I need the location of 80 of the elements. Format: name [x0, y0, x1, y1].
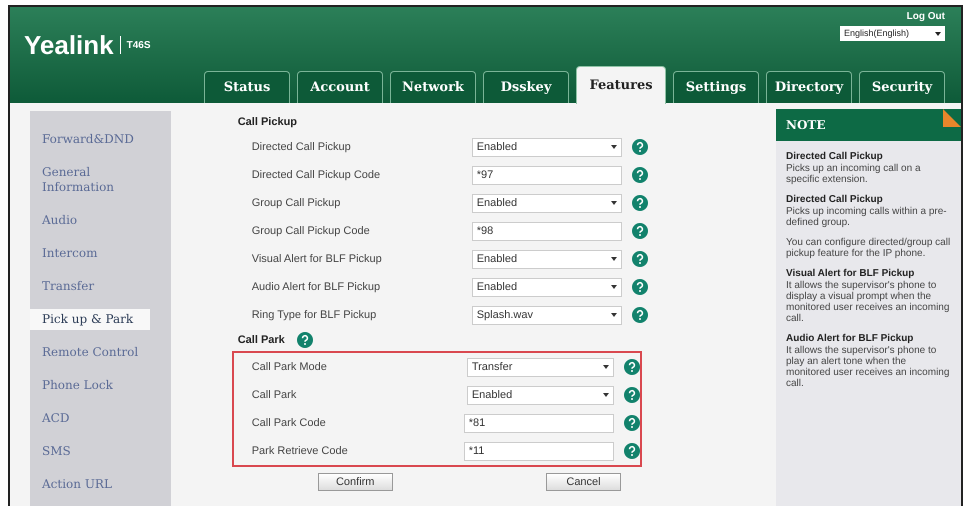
caret-icon	[610, 313, 617, 317]
nav-tab[interactable]: Dsskey	[483, 71, 569, 103]
language-dropdown[interactable]: English(English)	[840, 26, 945, 41]
note-text: Picks up incoming calls within a pre-defined group.	[786, 206, 948, 228]
dropdown[interactable]: Enabled	[472, 138, 622, 156]
note-text: It allows the supervisor's phone to play an alert tone when the monitored user receives an incoming call.	[786, 345, 950, 389]
help-icon[interactable]	[632, 223, 648, 239]
sidebar-item[interactable]: Remote Control	[30, 342, 150, 363]
help-icon[interactable]	[632, 167, 648, 183]
field-label: Ring Type for BLF Pickup	[252, 308, 378, 323]
caret-icon	[602, 365, 609, 369]
model-label: T46S	[126, 38, 151, 52]
field-label: Group Call Pickup Code	[252, 224, 371, 239]
sidebar-item[interactable]: Audio	[30, 210, 150, 231]
help-icon[interactable]	[632, 279, 648, 295]
input-field[interactable]: *98	[472, 222, 622, 240]
note-title: NOTE	[786, 117, 826, 134]
help-icon[interactable]	[624, 443, 640, 459]
section-title: Call Pickup	[238, 114, 298, 130]
help-icon[interactable]	[296, 332, 313, 348]
dropdown[interactable]: Enabled	[472, 278, 622, 296]
nav-tab[interactable]: Security	[859, 71, 945, 103]
nav-tab[interactable]: Features	[576, 66, 666, 104]
note-text: You can configure directed/group call pickup feature for the IP phone.	[786, 237, 951, 259]
nav-tab[interactable]: Network	[390, 71, 476, 103]
dropdown[interactable]: Transfer	[466, 358, 614, 376]
nav-tab[interactable]: Status	[204, 71, 290, 103]
help-icon[interactable]	[624, 415, 640, 431]
input-field[interactable]: *97	[472, 166, 622, 184]
corner-fold-icon	[943, 109, 961, 127]
sidebar-item[interactable]: ACD	[30, 408, 150, 429]
nav-tab[interactable]: Account	[297, 71, 383, 103]
field-label: Directed Call Pickup Code	[252, 168, 382, 183]
sidebar-item[interactable]: Transfer	[30, 276, 150, 297]
field-label: Park Retrieve Code	[252, 444, 349, 459]
logout-link[interactable]: Log Out	[906, 9, 945, 24]
field-label: Directed Call Pickup	[252, 140, 352, 155]
input-field[interactable]: *11	[464, 442, 614, 460]
note-heading: Visual Alert for BLF Pickup	[786, 268, 916, 280]
help-icon[interactable]	[632, 307, 648, 323]
sidebar-item[interactable]: Action URL	[30, 474, 150, 495]
dropdown[interactable]: Enabled	[472, 194, 622, 212]
note-text: Picks up an incoming call on a specific extension.	[786, 163, 922, 185]
nav-tab[interactable]: Settings	[673, 71, 759, 103]
caret-icon	[610, 257, 617, 261]
sidebar-item[interactable]: Phone Lock	[30, 375, 150, 396]
caret-icon	[602, 393, 609, 397]
dropdown[interactable]: Enabled	[472, 250, 622, 268]
field-label: Call Park Mode	[252, 360, 328, 375]
sidebar-item[interactable]: Forward&DND	[30, 129, 150, 150]
caret-icon	[610, 145, 617, 149]
nav-tab[interactable]: Directory	[766, 71, 852, 103]
note-heading: Directed Call Pickup	[786, 194, 884, 206]
field-label: Visual Alert for BLF Pickup	[252, 252, 383, 267]
help-icon[interactable]	[632, 139, 648, 155]
help-icon[interactable]	[632, 195, 648, 211]
note-heading: Directed Call Pickup	[786, 151, 884, 163]
note-heading: Audio Alert for BLF Pickup	[786, 333, 914, 345]
sidebar-item[interactable]: Pick up & Park	[30, 309, 150, 330]
dropdown[interactable]: Splash.wav	[472, 306, 622, 324]
help-icon[interactable]	[624, 359, 640, 375]
caret-icon	[610, 201, 617, 205]
sidebar-item[interactable]: General Information	[30, 162, 150, 198]
field-label: Call Park Code	[252, 416, 327, 431]
logo: Yealink	[24, 28, 114, 62]
form-button[interactable]: Cancel	[546, 473, 621, 491]
note-text: It allows the supervisor's phone to display a visual prompt when the monitored user receives an incoming call.	[786, 280, 950, 324]
caret-icon	[610, 285, 617, 289]
caret-icon	[935, 32, 941, 36]
sidebar-item[interactable]: SMS	[30, 441, 150, 462]
help-icon[interactable]	[624, 387, 640, 403]
section-title: Call Park	[238, 332, 285, 348]
field-label: Group Call Pickup	[252, 196, 342, 211]
dropdown[interactable]: Enabled	[466, 386, 614, 404]
form-button[interactable]: Confirm	[318, 473, 393, 491]
field-label: Call Park	[252, 388, 298, 403]
sidebar-item[interactable]: Intercom	[30, 243, 150, 264]
input-field[interactable]: *81	[464, 414, 614, 432]
field-label: Audio Alert for BLF Pickup	[252, 280, 382, 295]
help-icon[interactable]	[632, 251, 648, 267]
